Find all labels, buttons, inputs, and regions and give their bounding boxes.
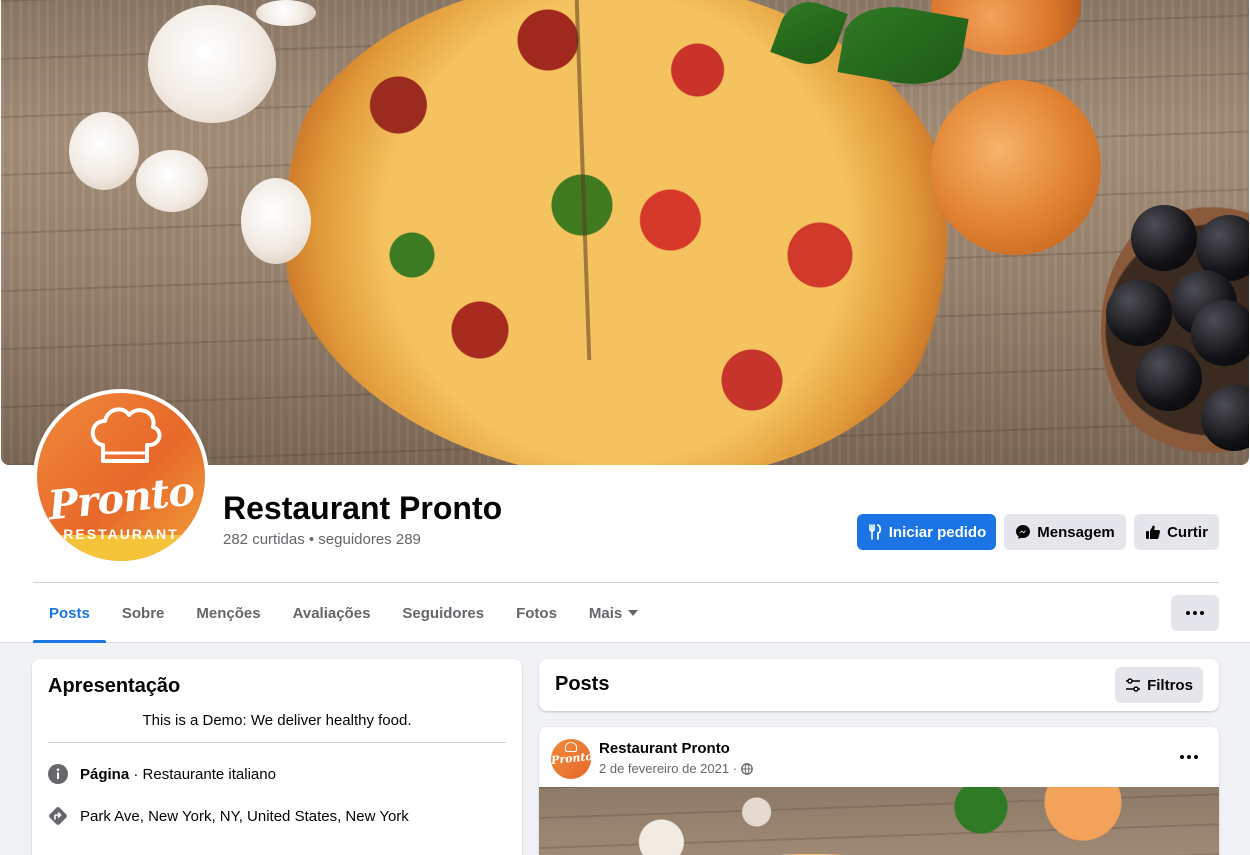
tab-posts[interactable]: Posts <box>33 583 106 643</box>
mushroom <box>241 178 311 264</box>
mushroom <box>256 0 316 26</box>
logo-text: Pronto <box>45 467 197 530</box>
page-stats: 282 curtidas • seguidores 289 <box>223 531 421 548</box>
tab-about[interactable]: Sobre <box>106 583 181 643</box>
onion <box>931 80 1101 255</box>
avatar[interactable]: Pronto RESTAURANT <box>37 393 205 561</box>
address-text[interactable]: Park Ave, New York, NY, United States, N… <box>80 808 409 825</box>
posts-header-card: Posts Filtros <box>539 659 1219 711</box>
intro-bio: This is a Demo: We deliver healthy food. <box>142 712 412 729</box>
logo-subtext: RESTAURANT <box>63 526 179 542</box>
page-tabs: Posts Sobre Menções Avaliações Seguidore… <box>33 583 654 643</box>
post-author[interactable]: Restaurant Pronto <box>599 740 730 757</box>
messenger-icon <box>1016 525 1031 539</box>
more-options-button[interactable] <box>1171 595 1219 631</box>
ellipsis-icon <box>1186 611 1204 615</box>
directions-icon <box>48 806 68 826</box>
tab-photos[interactable]: Fotos <box>500 583 573 643</box>
intro-title: Apresentação <box>48 675 181 697</box>
address-row: Park Ave, New York, NY, United States, N… <box>48 806 409 826</box>
message-button[interactable]: Mensagem <box>1004 514 1126 550</box>
post-options-button[interactable] <box>1175 745 1203 769</box>
post-avatar[interactable]: Pronto <box>551 739 591 779</box>
message-label: Mensagem <box>1037 523 1115 541</box>
tab-reviews[interactable]: Avaliações <box>277 583 387 643</box>
post-image[interactable] <box>539 787 1219 855</box>
post-avatar-text: Pronto <box>551 749 591 768</box>
start-order-label: Iniciar pedido <box>888 523 987 541</box>
like-button[interactable]: Curtir <box>1134 514 1219 550</box>
tab-label: Sobre <box>121 604 165 622</box>
thumbs-up-icon <box>1146 525 1161 539</box>
mushroom <box>148 5 276 123</box>
olive <box>1191 300 1249 366</box>
sliders-icon <box>1126 678 1141 692</box>
cover-photo[interactable] <box>1 0 1249 465</box>
tab-label: Mais <box>588 604 623 622</box>
mushroom <box>136 150 208 212</box>
post-meta: 2 de fevereiro de 2021 · <box>599 761 753 776</box>
caret-down-icon <box>628 610 639 616</box>
start-order-button[interactable]: Iniciar pedido <box>857 514 996 550</box>
tab-label: Seguidores <box>402 604 485 622</box>
tab-label: Avaliações <box>292 604 371 622</box>
filters-label: Filtros <box>1147 676 1193 694</box>
olive <box>1106 280 1172 346</box>
tab-more[interactable]: Mais <box>573 583 654 643</box>
filters-button[interactable]: Filtros <box>1115 667 1203 703</box>
olive <box>1131 205 1197 271</box>
post-date[interactable]: 2 de fevereiro de 2021 · <box>599 761 737 776</box>
like-label: Curtir <box>1167 523 1208 541</box>
page-category: · Restaurante italiano <box>129 765 276 783</box>
olive <box>1136 345 1202 411</box>
posts-title: Posts <box>555 673 610 695</box>
mushroom <box>69 112 139 190</box>
tab-followers[interactable]: Seguidores <box>386 583 500 643</box>
intro-divider <box>48 742 506 743</box>
tab-label: Menções <box>196 604 261 622</box>
info-icon <box>48 764 68 784</box>
page-category-text: Página · Restaurante italiano <box>80 766 276 783</box>
chef-hat-icon <box>90 407 162 463</box>
tab-mentions[interactable]: Menções <box>180 583 276 643</box>
globe-icon <box>741 762 753 775</box>
ellipsis-icon <box>1180 755 1198 759</box>
page-category-row: Página · Restaurante italiano <box>48 764 276 784</box>
page-label: Página <box>80 765 130 783</box>
intro-card: Apresentação This is a Demo: We deliver … <box>32 659 522 855</box>
post-card: Pronto Restaurant Pronto 2 de fevereiro … <box>539 727 1219 855</box>
tab-label: Posts <box>49 604 90 622</box>
utensils-icon <box>868 524 881 540</box>
tab-label: Fotos <box>516 604 557 622</box>
page-title: Restaurant Pronto <box>223 490 503 526</box>
